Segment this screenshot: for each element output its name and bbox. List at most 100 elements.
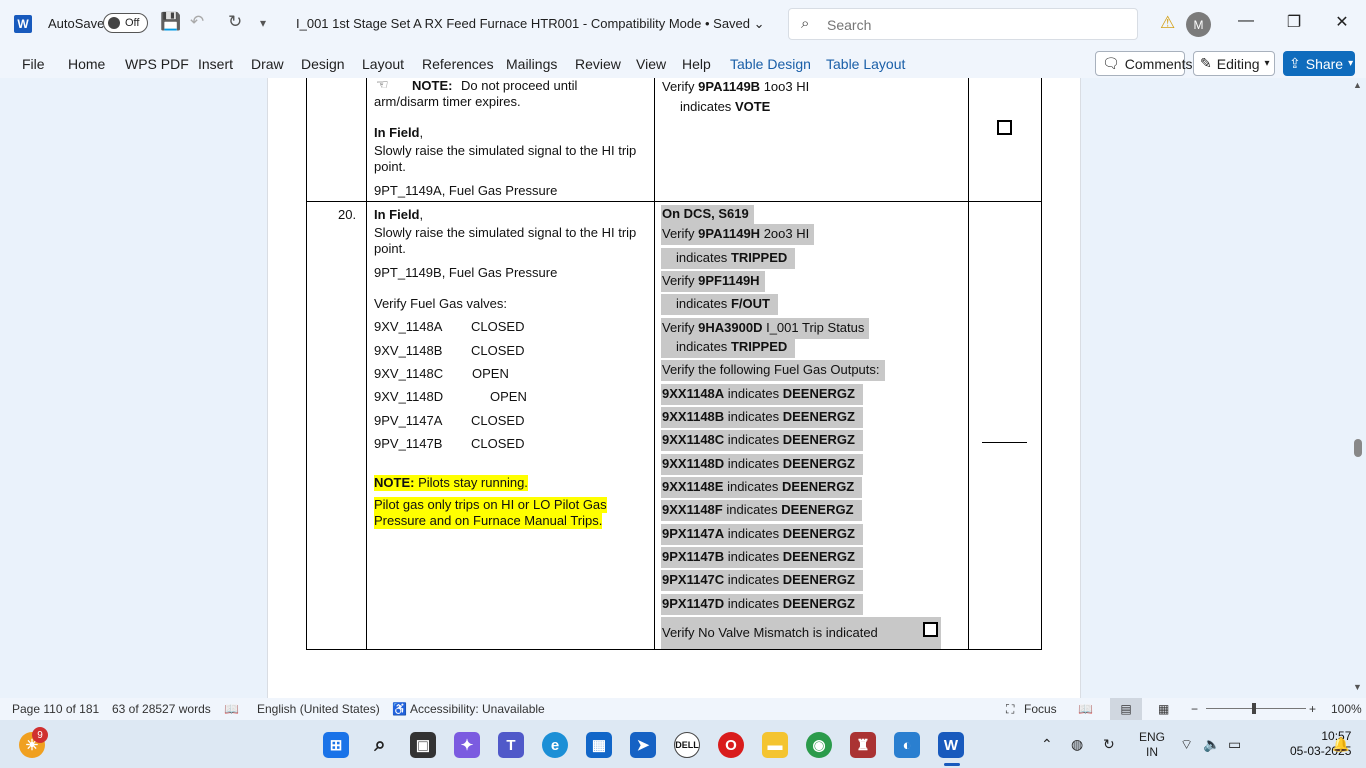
word-taskbar-icon[interactable]: W	[938, 732, 964, 758]
procedure-text: Slowly raise the simulated signal to the…	[374, 143, 637, 158]
tab-view[interactable]: View	[636, 56, 666, 72]
battery-icon[interactable]: ▭	[1228, 736, 1241, 753]
zoom-out-icon[interactable]: −	[1191, 702, 1198, 716]
zoom-slider-thumb[interactable]	[1252, 703, 1256, 714]
tab-layout[interactable]: Layout	[362, 56, 404, 72]
valve-state: CLOSED	[471, 319, 525, 334]
print-layout-icon[interactable]: ▤	[1110, 698, 1142, 720]
zoom-in-icon[interactable]: +	[1309, 702, 1316, 716]
valve-tag: 9PV_1147A	[374, 413, 443, 428]
note-pointer-icon: ☜	[376, 78, 389, 92]
network-status-icon[interactable]: ◍	[1071, 736, 1083, 753]
avatar[interactable]: M	[1186, 12, 1211, 37]
power-automate-icon[interactable]: ➤	[630, 732, 656, 758]
active-app-indicator	[944, 763, 960, 766]
tab-insert[interactable]: Insert	[198, 56, 233, 72]
scroll-down-icon[interactable]: ▼	[1353, 682, 1362, 692]
verify-valves-heading: Verify Fuel Gas valves:	[374, 296, 507, 311]
proofing-icon[interactable]: 📖	[224, 702, 239, 716]
verify-line: indicates F/OUT	[661, 294, 778, 315]
app-icon[interactable]: ♜	[850, 732, 876, 758]
close-button[interactable]: ✕	[1327, 12, 1357, 32]
output-line: 9PX1147A indicates DEENERGZ	[661, 524, 863, 545]
table-border-left	[306, 78, 307, 650]
task-view-icon[interactable]: ▣	[410, 732, 436, 758]
notifications-icon[interactable]: 🔔	[1332, 736, 1349, 753]
chrome-icon[interactable]: ◉	[806, 732, 832, 758]
windows-start-icon[interactable]: ⊞	[323, 732, 349, 758]
dell-icon[interactable]: DELL	[674, 732, 700, 758]
wifi-icon[interactable]: ⌔	[1180, 736, 1193, 754]
tab-design[interactable]: Design	[301, 56, 345, 72]
comments-button[interactable]: 🗨 Comments	[1095, 51, 1192, 76]
search-icon[interactable]: ⌕	[367, 732, 393, 758]
word-count[interactable]: 63 of 28527 words	[112, 702, 211, 716]
valve-tag: 9XV_1148D	[374, 389, 444, 404]
zoom-slider[interactable]	[1206, 708, 1306, 709]
signoff-checkbox[interactable]	[997, 120, 1012, 135]
notification-badge: 9	[32, 727, 48, 743]
output-line: 9PX1147C indicates DEENERGZ	[661, 570, 863, 591]
save-icon[interactable]: 💾	[160, 12, 181, 32]
search-box[interactable]: ⌕	[788, 8, 1138, 40]
note-label: NOTE:	[412, 78, 453, 93]
customize-toolbar-icon[interactable]: ▾	[260, 16, 266, 30]
warning-icon[interactable]: ⚠	[1160, 13, 1175, 33]
minimize-button[interactable]: —	[1231, 12, 1261, 30]
editing-button[interactable]: ✎ Editing ▾	[1193, 51, 1275, 76]
volume-icon[interactable]: 🔈	[1203, 736, 1220, 753]
table-border	[968, 78, 969, 650]
copilot-icon[interactable]: ✦	[454, 732, 480, 758]
language-switcher[interactable]: ENG IN	[1139, 730, 1165, 760]
mismatch-checkbox[interactable]	[923, 622, 938, 637]
accessibility-status[interactable]: Accessibility: Unavailable	[410, 702, 545, 716]
edge-icon[interactable]: e	[542, 732, 568, 758]
in-field-heading: In Field,	[374, 125, 424, 140]
language-indicator[interactable]: English (United States)	[257, 702, 380, 716]
document-page[interactable]: ☜ NOTE: Do not proceed until arm/disarm …	[267, 78, 1081, 698]
file-explorer-icon[interactable]: ▬	[762, 732, 788, 758]
scroll-up-icon[interactable]: ▲	[1353, 80, 1362, 90]
vertical-scrollbar[interactable]: ▲ ▼	[1350, 78, 1366, 698]
valve-tag: 9XV_1148B	[374, 343, 443, 358]
autosave-toggle[interactable]: Off	[103, 13, 148, 33]
maximize-button[interactable]: ❐	[1279, 12, 1309, 32]
show-hidden-icons[interactable]: ⌃	[1041, 736, 1053, 753]
tab-table-layout[interactable]: Table Layout	[826, 56, 905, 72]
verify-line: Verify 9HA3900D I_001 Trip Status	[661, 318, 870, 339]
tab-review[interactable]: Review	[575, 56, 621, 72]
tab-draw[interactable]: Draw	[251, 56, 284, 72]
redo-icon[interactable]: ↻	[228, 12, 242, 32]
dcs-header: On DCS, S619	[661, 205, 754, 224]
comments-label: Comments	[1124, 55, 1193, 72]
tab-help[interactable]: Help	[682, 56, 711, 72]
tab-table-design[interactable]: Table Design	[730, 56, 811, 72]
document-title[interactable]: I_001 1st Stage Set A RX Feed Furnace HT…	[296, 16, 765, 32]
app-icon[interactable]: ◐	[894, 732, 920, 758]
autosave-state: Off	[125, 17, 140, 29]
undo-icon[interactable]: ↶	[190, 12, 204, 32]
store-icon[interactable]: ▦	[586, 732, 612, 758]
table-row-divider	[306, 201, 1042, 202]
opera-icon[interactable]: O	[718, 732, 744, 758]
focus-button[interactable]: Focus	[1024, 702, 1057, 716]
page-count[interactable]: Page 110 of 181	[12, 702, 99, 716]
zoom-level[interactable]: 100%	[1331, 702, 1362, 716]
valve-state: OPEN	[472, 366, 509, 381]
teams-icon[interactable]: T	[498, 732, 524, 758]
scrollbar-thumb[interactable]	[1354, 439, 1362, 457]
sync-icon[interactable]: ↻	[1103, 736, 1115, 753]
chevron-down-icon: ⌄	[753, 16, 765, 31]
tab-references[interactable]: References	[422, 56, 494, 72]
web-layout-icon[interactable]: ▦	[1158, 702, 1169, 716]
verify-line: Verify 9PA1149H 2oo3 HI	[661, 224, 815, 245]
tab-home[interactable]: Home	[68, 56, 105, 72]
search-input[interactable]	[827, 15, 1117, 35]
tab-wps-pdf[interactable]: WPS PDF	[125, 56, 189, 72]
tab-file[interactable]: File	[22, 56, 45, 72]
share-button[interactable]: ⇪ Share ▾	[1283, 51, 1355, 76]
tab-mailings[interactable]: Mailings	[506, 56, 557, 72]
output-line: 9XX1148C indicates DEENERGZ	[661, 430, 863, 451]
read-mode-icon[interactable]: 📖	[1078, 702, 1093, 716]
signoff-line	[982, 442, 1027, 443]
